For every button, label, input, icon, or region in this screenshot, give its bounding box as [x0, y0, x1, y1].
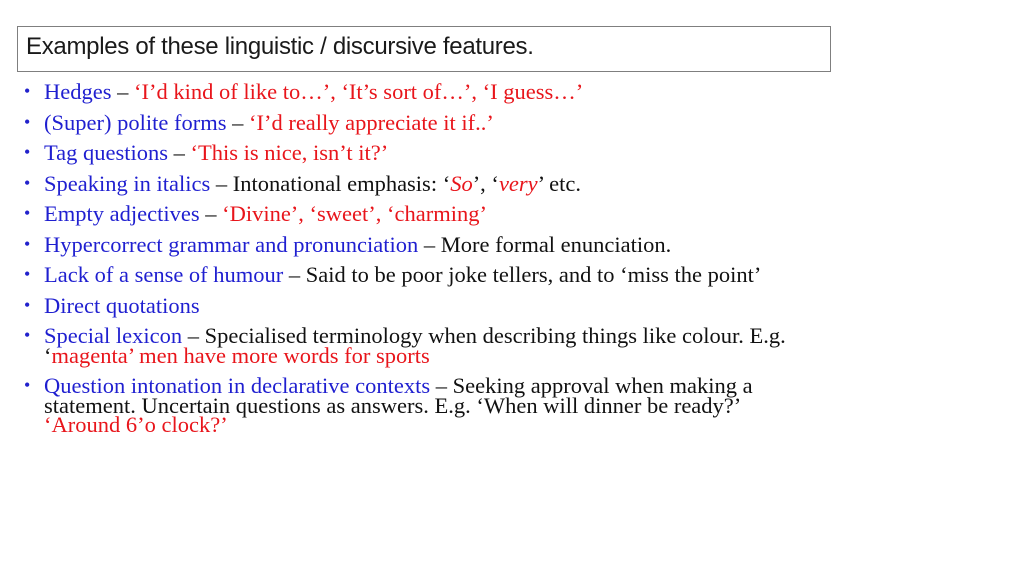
bullet-icon: •: [24, 375, 31, 395]
example-italic: So: [450, 170, 473, 196]
bullet-icon: •: [24, 81, 31, 101]
bullet-icon: •: [24, 264, 31, 284]
description: – More formal enunciation.: [418, 231, 672, 257]
description: – Intonational emphasis: ‘: [210, 170, 451, 196]
example-italic: very: [498, 170, 538, 196]
bullet-icon: •: [24, 111, 31, 132]
term: Tag questions: [44, 140, 169, 165]
term: Hedges: [44, 79, 112, 104]
dash: –: [168, 140, 191, 165]
example: magenta’ men have more words for sports: [51, 342, 430, 368]
term: Speaking in italics: [44, 170, 211, 196]
bullet-icon: •: [24, 142, 31, 162]
bullet-icon: •: [24, 203, 31, 223]
description: ’ etc.: [537, 170, 581, 196]
list-item-empty-adjectives: • Empty adjectives – ‘Divine’, ‘sweet’, ‘…: [24, 201, 814, 226]
bullet-icon: •: [24, 233, 31, 254]
list-item-tag-questions: • Tag questions – ‘This is nice, isn’t it…: [24, 140, 814, 165]
term: Hypercorrect grammar and pronunciation: [44, 231, 419, 257]
list-item-special-lexicon: • Special lexicon – Specialised terminolo…: [24, 324, 814, 368]
list-item-hedges: • Hedges – ‘I’d kind of like to…’, ‘It’s …: [24, 79, 814, 104]
dash: –: [226, 109, 249, 135]
example: ‘Around 6’o clock?’: [44, 412, 228, 437]
example: ‘This is nice, isn’t it?’: [190, 140, 389, 165]
example: ‘Divine’, ‘sweet’, ‘charming’: [222, 201, 487, 226]
bullet-icon: •: [24, 172, 31, 193]
feature-list: • Hedges – ‘I’d kind of like to…’, ‘It’s …: [24, 79, 814, 437]
title-box: Examples of these linguistic / discursiv…: [17, 26, 831, 72]
term: Lack of a sense of humour: [44, 262, 284, 287]
example: ‘I’d kind of like to…’, ‘It’s sort of…’,…: [133, 79, 584, 104]
term: Empty adjectives: [44, 201, 200, 226]
term: (Super) polite forms: [44, 109, 227, 135]
bullet-icon: •: [24, 325, 31, 345]
description: ’, ‘: [472, 170, 499, 196]
term: Direct quotations: [44, 292, 200, 318]
list-item-hypercorrect: • Hypercorrect grammar and pronunciation …: [24, 231, 684, 257]
list-item-humour: • Lack of a sense of humour – Said to be …: [24, 262, 814, 287]
list-item-speaking-italics: • Speaking in italics – Intonational emph…: [24, 170, 814, 196]
list-item-direct-quotations: • Direct quotations: [24, 292, 814, 318]
bullet-icon: •: [24, 294, 31, 315]
slide-title: Examples of these linguistic / discursiv…: [26, 33, 534, 60]
list-item-polite-forms: • (Super) polite forms – ‘I’d really appr…: [24, 109, 814, 135]
dash: –: [111, 79, 134, 104]
description: – Said to be poor joke tellers, and to ‘…: [283, 262, 762, 287]
dash: –: [199, 201, 223, 226]
example: ‘I’d really appreciate it if..’: [248, 109, 494, 135]
list-item-question-intonation: • Question intonation in declarative cont…: [24, 374, 814, 437]
